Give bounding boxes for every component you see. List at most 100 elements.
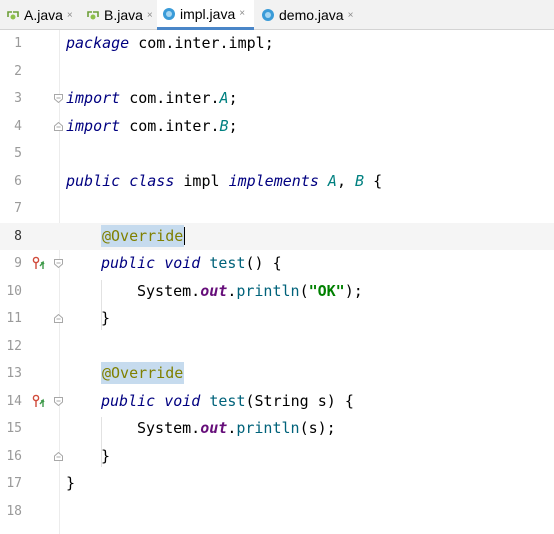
keyword: implements	[228, 171, 319, 190]
type-name: B	[355, 171, 365, 190]
close-icon[interactable]: ×	[147, 10, 153, 21]
static-field: out	[200, 419, 228, 437]
ide-window: A.java × B.java × impl.java × demo.java …	[0, 0, 554, 534]
code-line: 6 public class impl implements A, B {	[0, 168, 554, 195]
line-number: 8	[14, 228, 22, 244]
text-caret	[184, 227, 186, 245]
keyword: public	[101, 391, 156, 410]
code-line: 17 }	[0, 470, 554, 497]
method-call: println	[236, 281, 300, 300]
line-number: 7	[14, 201, 22, 216]
keyword: package	[66, 34, 130, 52]
class-name: impl	[183, 171, 220, 190]
param-type: String	[254, 391, 309, 410]
code-line: 14 public void test(String s) {	[0, 388, 554, 415]
code-text: public void test() {	[101, 250, 282, 277]
close-brace: }	[66, 474, 76, 492]
close-paren: );	[344, 281, 363, 300]
keyword: public	[101, 254, 156, 272]
code-line: 12	[0, 333, 554, 360]
close-icon[interactable]: ×	[67, 10, 73, 21]
keyword: import	[66, 89, 121, 107]
static-field: out	[200, 281, 228, 300]
code-line: 16 }	[0, 443, 554, 470]
code-line: 18	[0, 498, 554, 525]
tab-label: A.java	[24, 7, 63, 23]
code-text: @Override	[101, 223, 186, 250]
dot: .	[227, 419, 237, 437]
package-name: com.inter.	[129, 116, 220, 135]
implements-method-icon[interactable]	[31, 256, 45, 270]
code-line: 10 System.out.println("OK");	[0, 278, 554, 305]
tab-a-java[interactable]: A.java ×	[6, 0, 76, 30]
code-line: 11 }	[0, 305, 554, 332]
tab-b-java[interactable]: B.java ×	[86, 0, 154, 30]
fold-end-icon[interactable]	[54, 314, 63, 323]
line-number: 1	[14, 36, 22, 51]
tab-demo-java[interactable]: demo.java ×	[262, 0, 362, 30]
code-line-current: 8 @Override	[0, 222, 554, 250]
type-name: B	[219, 116, 229, 135]
fold-icon[interactable]	[54, 94, 63, 103]
fold-icon[interactable]	[54, 259, 63, 268]
implements-method-icon[interactable]	[31, 394, 45, 408]
code-text: }	[101, 305, 110, 332]
comma: ,	[336, 171, 346, 190]
close-icon[interactable]: ×	[239, 8, 245, 19]
class-ref: System.	[137, 281, 201, 300]
open-paren: (	[245, 391, 255, 410]
semicolon: ;	[228, 89, 238, 107]
interface-icon	[7, 11, 19, 20]
open-brace: {	[373, 171, 383, 190]
line-number: 17	[6, 476, 22, 491]
fold-end-icon[interactable]	[54, 121, 63, 131]
code-text: @Override	[101, 360, 185, 387]
semicolon: ;	[264, 34, 274, 52]
open-paren: (	[299, 281, 309, 300]
code-text: System.out.println("OK");	[137, 278, 363, 305]
line-number: 13	[6, 366, 22, 381]
code-line: 4 import com.inter.B;	[0, 113, 554, 140]
close-brace: }	[101, 446, 111, 465]
code-text: import com.inter.A;	[66, 85, 238, 112]
method-call: println	[236, 419, 300, 437]
code-line: 3 import com.inter.A;	[0, 85, 554, 112]
annotation: @Override	[101, 362, 185, 384]
call-args: (s);	[299, 419, 336, 437]
close-icon[interactable]: ×	[348, 10, 354, 21]
tab-label: impl.java	[180, 5, 236, 22]
close-brace: }	[101, 309, 111, 327]
line-number: 2	[14, 63, 22, 79]
type-name: A	[219, 89, 229, 107]
keyword: import	[66, 116, 121, 135]
class-icon	[262, 9, 274, 21]
line-number: 9	[14, 256, 22, 271]
tab-label: demo.java	[279, 7, 344, 23]
fold-icon[interactable]	[54, 396, 63, 406]
line-number: 10	[6, 283, 22, 299]
annotation: @Override	[101, 224, 185, 247]
line-number: 18	[6, 503, 22, 519]
code-line: 1 package com.inter.impl;	[0, 30, 554, 57]
tab-impl-java[interactable]: impl.java ×	[157, 0, 254, 30]
code-editor[interactable]: 1 package com.inter.impl; 2 3 import com…	[0, 30, 554, 534]
interface-icon	[87, 11, 99, 20]
keyword: class	[129, 171, 175, 190]
keyword: public	[66, 171, 121, 190]
code-text: }	[101, 443, 110, 470]
line-number: 16	[6, 448, 22, 464]
code-text: import com.inter.B;	[66, 113, 238, 140]
code-text: }	[66, 470, 75, 497]
code-text: package com.inter.impl;	[66, 30, 274, 57]
line-number: 5	[14, 146, 22, 161]
string-literal: "OK"	[308, 281, 345, 300]
code-text: public class impl implements A, B {	[66, 168, 382, 195]
fold-end-icon[interactable]	[54, 451, 63, 461]
line-number: 3	[14, 91, 22, 106]
method-params: () {	[245, 254, 282, 272]
code-text: public void test(String s) {	[101, 388, 354, 415]
code-line: 5	[0, 140, 554, 167]
code-line: 2	[0, 58, 554, 85]
line-number: 11	[6, 311, 22, 326]
class-ref: System.	[137, 419, 201, 437]
